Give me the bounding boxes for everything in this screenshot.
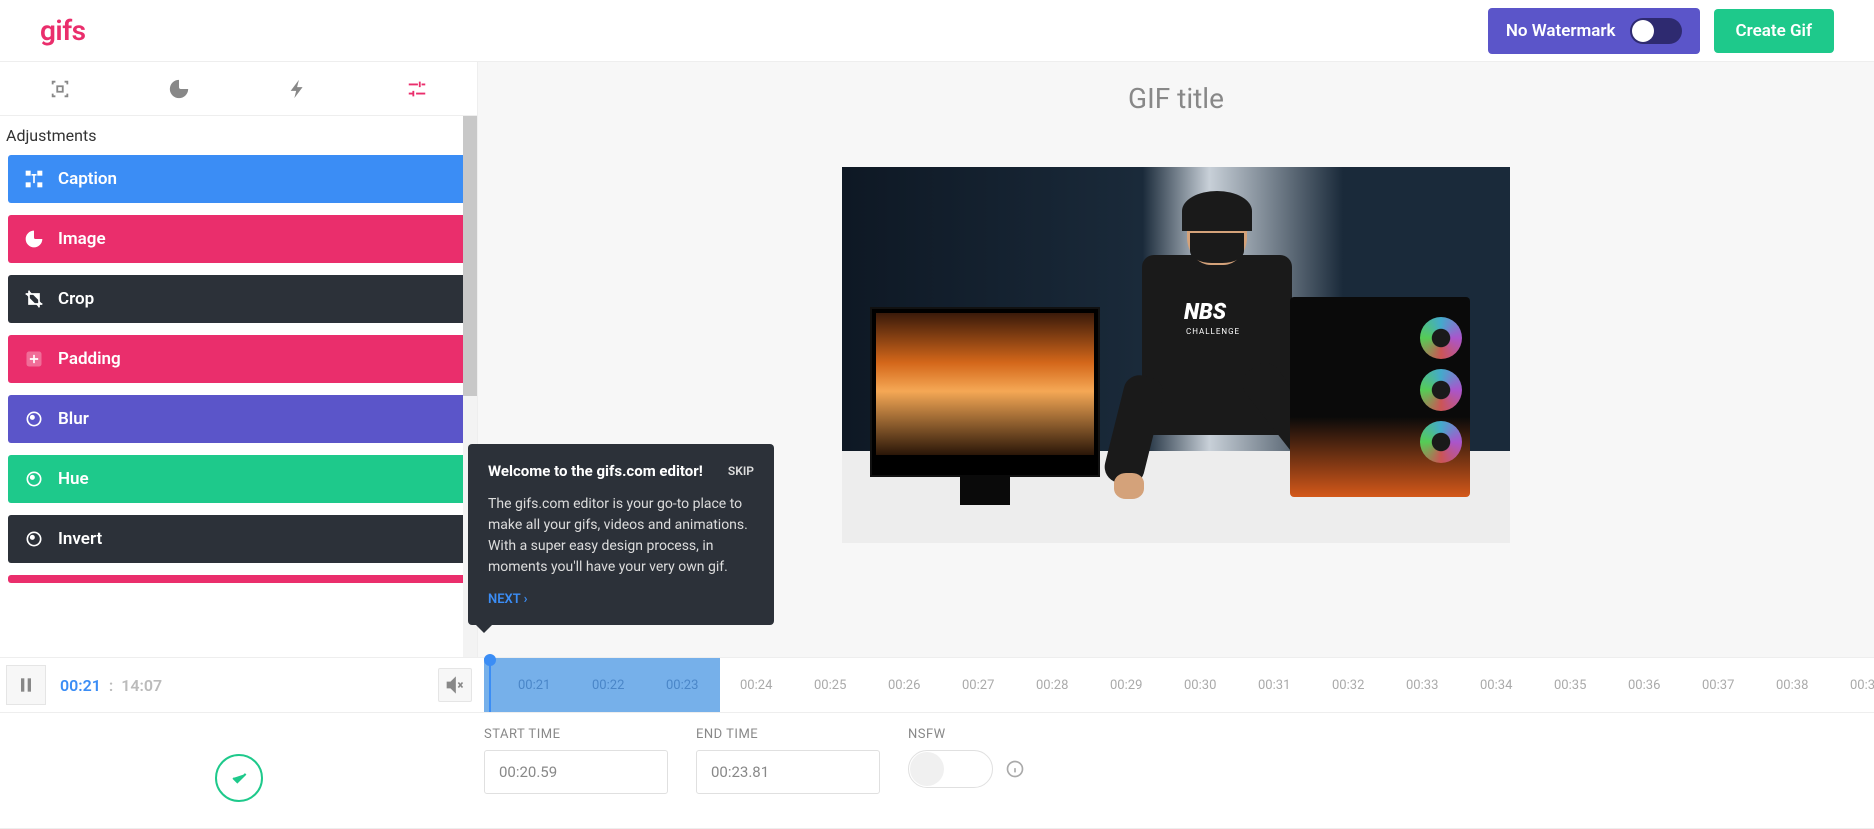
timeline-tick: 00:22 — [592, 678, 624, 693]
confirm-button[interactable] — [215, 754, 263, 802]
tab-sticker-tool[interactable] — [119, 62, 238, 115]
caption-icon — [24, 169, 44, 189]
gif-title-input[interactable]: GIF title — [1128, 82, 1224, 115]
tab-caption-tool[interactable] — [0, 62, 119, 115]
crop-icon — [24, 289, 44, 309]
scene-pc-case — [1290, 297, 1470, 497]
blur-icon — [24, 409, 44, 429]
timeline-tick: 00:21 — [518, 678, 550, 693]
shirt-sub: CHALLENGE — [1186, 327, 1240, 336]
timeline-tick: 00:39 — [1850, 678, 1874, 693]
timeline: 00:21 : 14:07 00:2100:2200:2300:2400:250… — [0, 657, 1874, 713]
no-watermark-button[interactable]: No Watermark — [1488, 8, 1700, 54]
current-time: 00:21 — [60, 676, 101, 695]
pause-icon — [16, 675, 36, 695]
tooltip-title: Welcome to the gifs.com editor! — [488, 462, 703, 480]
no-watermark-label: No Watermark — [1506, 21, 1616, 41]
pc-fan-icon — [1420, 421, 1462, 463]
adjustment-more[interactable] — [8, 575, 469, 583]
timeline-tick: 00:33 — [1406, 678, 1438, 693]
adjustment-crop[interactable]: Crop — [8, 275, 469, 323]
image-icon — [24, 229, 44, 249]
check-icon — [229, 768, 249, 788]
logo[interactable]: gifs — [40, 14, 86, 47]
tooltip-next-button[interactable]: NEXT — [488, 592, 754, 607]
tab-effects-tool[interactable] — [239, 62, 358, 115]
invert-icon — [24, 529, 44, 549]
time-display: 00:21 : 14:07 — [60, 676, 162, 695]
tooltip-arrow — [476, 625, 492, 633]
bottom-controls: START TIME END TIME NSFW OFF — [0, 713, 1874, 829]
adjustment-hue[interactable]: Hue — [8, 455, 469, 503]
timeline-tick: 00:29 — [1110, 678, 1142, 693]
info-icon[interactable] — [1005, 759, 1025, 779]
sidebar: Adjustments Caption Image Crop Padding — [0, 62, 478, 657]
adjustment-padding[interactable]: Padding — [8, 335, 469, 383]
end-time-input[interactable] — [696, 750, 880, 794]
padding-icon — [24, 349, 44, 369]
total-time: 14:07 — [121, 676, 162, 695]
monitor-stand — [960, 475, 1010, 505]
pc-fan-icon — [1420, 317, 1462, 359]
timeline-tick: 00:26 — [888, 678, 920, 693]
onboarding-tooltip: Welcome to the gifs.com editor! SKIP The… — [468, 444, 774, 625]
adjustment-label: Hue — [58, 469, 89, 489]
adjustment-image[interactable]: Image — [8, 215, 469, 263]
caption-frame-icon — [49, 78, 71, 100]
timeline-tick: 00:36 — [1628, 678, 1660, 693]
adjustment-invert[interactable]: Invert — [8, 515, 469, 563]
adjustment-caption[interactable]: Caption — [8, 155, 469, 203]
timeline-tick: 00:27 — [962, 678, 994, 693]
time-separator: : — [109, 676, 113, 695]
timeline-tick: 00:31 — [1258, 678, 1290, 693]
adjustment-label: Blur — [58, 409, 89, 429]
shirt-logo: NBS — [1184, 300, 1226, 325]
adjustment-label: Crop — [58, 289, 94, 309]
timeline-tick: 00:35 — [1554, 678, 1586, 693]
nsfw-handle — [910, 752, 944, 786]
timeline-tick: 00:28 — [1036, 678, 1068, 693]
pc-fan-icon — [1420, 369, 1462, 411]
mute-icon — [445, 675, 465, 695]
adjustment-blur[interactable]: Blur — [8, 395, 469, 443]
sliders-icon — [406, 78, 428, 100]
toggle-handle — [1632, 20, 1654, 42]
start-time-label: START TIME — [484, 727, 668, 742]
timeline-tick: 00:24 — [740, 678, 772, 693]
video-preview[interactable]: NBS CHALLENGE — [842, 167, 1510, 543]
bolt-icon — [287, 78, 309, 100]
tooltip-skip-button[interactable]: SKIP — [728, 464, 754, 478]
scene-monitor — [870, 307, 1100, 477]
create-gif-button[interactable]: Create Gif — [1714, 9, 1834, 53]
timeline-tick: 00:30 — [1184, 678, 1216, 693]
timeline-tick: 00:37 — [1702, 678, 1734, 693]
watermark-toggle[interactable] — [1630, 18, 1682, 44]
mute-button[interactable] — [438, 668, 472, 702]
scroll-thumb[interactable] — [463, 116, 477, 396]
adjustments-heading: Adjustments — [0, 116, 477, 155]
end-time-label: END TIME — [696, 727, 880, 742]
timeline-tick: 00:38 — [1776, 678, 1808, 693]
timeline-tick: 00:32 — [1332, 678, 1364, 693]
adjustment-label: Caption — [58, 169, 117, 189]
nsfw-label: NSFW — [908, 727, 1025, 742]
adjustment-label: Padding — [58, 349, 121, 369]
start-time-input[interactable] — [484, 750, 668, 794]
timeline-tick: 00:34 — [1480, 678, 1512, 693]
hue-icon — [24, 469, 44, 489]
tooltip-body: The gifs.com editor is your go-to place … — [488, 494, 754, 578]
scene-person: NBS CHALLENGE — [1142, 195, 1292, 543]
timeline-tick: 00:23 — [666, 678, 698, 693]
nsfw-toggle[interactable]: OFF — [908, 750, 993, 788]
timeline-track[interactable]: 00:21 00:22 00:23 00:24 00:25 00:26 00:27 00:28… — [478, 658, 1874, 712]
adjustment-label: Invert — [58, 529, 102, 549]
pause-button[interactable] — [6, 665, 46, 705]
tab-adjustments-tool[interactable] — [358, 62, 477, 115]
timeline-tick: 00:25 — [814, 678, 846, 693]
adjustment-label: Image — [58, 229, 106, 249]
monitor-screen — [876, 313, 1094, 455]
sticker-icon — [168, 78, 190, 100]
